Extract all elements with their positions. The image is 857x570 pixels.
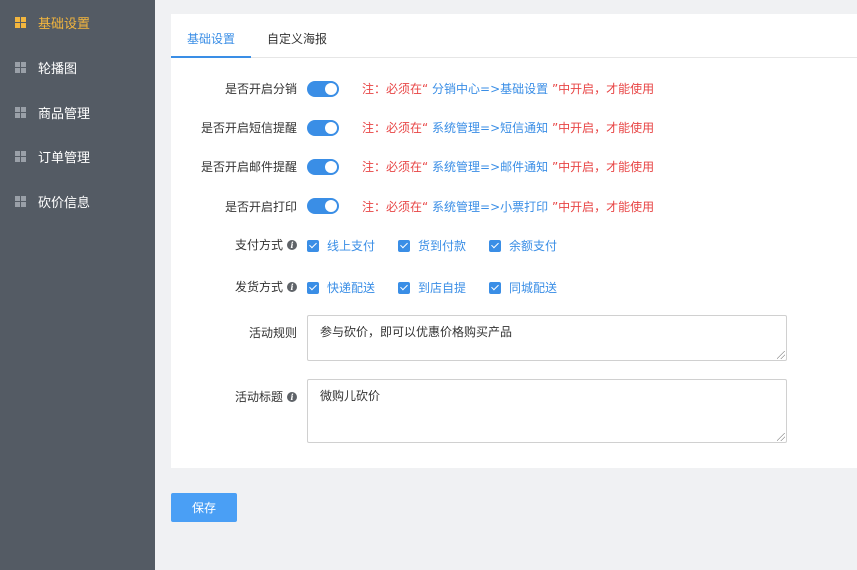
email-reminder-toggle[interactable]	[307, 159, 339, 175]
sidebar-item-label: 订单管理	[38, 150, 91, 166]
delivery-express-checkbox[interactable]: 快递配送	[307, 279, 375, 296]
sidebar-item-carousel[interactable]: 轮播图	[0, 55, 155, 79]
checkbox-checked-icon	[398, 239, 410, 252]
sidebar-item-products[interactable]: 商品管理	[0, 100, 155, 124]
payment-balance-checkbox[interactable]: 余额支付	[489, 237, 557, 254]
distribution-label: 是否开启分销	[224, 82, 297, 96]
grid-icon	[15, 61, 26, 73]
activity-rules-label: 活动规则	[248, 326, 297, 340]
info-icon: i	[287, 239, 297, 250]
resize-handle-icon[interactable]	[777, 433, 785, 441]
tab-basic-settings[interactable]: 基础设置	[187, 30, 235, 47]
resize-handle-icon[interactable]	[777, 351, 785, 359]
tab-custom-poster[interactable]: 自定义海报	[267, 30, 327, 47]
sidebar-item-label: 砍价信息	[38, 195, 91, 211]
payment-method-label: 支付方式 i	[235, 236, 297, 253]
sidebar: 基础设置 轮播图 商品管理 订单管理 砍价信息	[0, 0, 155, 570]
sms-reminder-note: 注：必须在“ 系统管理=>短信通知 ”中开启，才能使用	[362, 121, 655, 135]
checkbox-checked-icon	[489, 281, 501, 294]
info-icon: i	[287, 281, 297, 292]
email-reminder-note: 注：必须在“ 系统管理=>邮件通知 ”中开启，才能使用	[362, 160, 655, 174]
info-icon: i	[287, 391, 297, 402]
email-reminder-label: 是否开启邮件提醒	[200, 160, 297, 174]
activity-title-label: 活动标题 i	[235, 388, 297, 405]
activity-title-textarea[interactable]: 微购儿砍价	[307, 379, 787, 443]
tab-bar: 基础设置 自定义海报	[171, 14, 857, 58]
payment-cod-checkbox[interactable]: 货到付款	[398, 237, 466, 254]
settings-panel: 基础设置 自定义海报 是否开启分销 注：必须在“ 分销中心=>基础设置 ”中开启…	[171, 14, 857, 468]
sidebar-item-label: 基础设置	[38, 16, 91, 32]
checkbox-checked-icon	[307, 281, 319, 294]
grid-icon	[15, 106, 26, 118]
distribution-toggle[interactable]	[307, 81, 339, 97]
print-label: 是否开启打印	[224, 200, 297, 214]
checkbox-checked-icon	[307, 239, 319, 252]
grid-icon	[15, 16, 26, 28]
delivery-pickup-checkbox[interactable]: 到店自提	[398, 279, 466, 296]
active-tab-indicator	[171, 56, 251, 58]
sidebar-item-orders[interactable]: 订单管理	[0, 144, 155, 168]
sidebar-item-basic-settings[interactable]: 基础设置	[0, 10, 155, 34]
sidebar-item-label: 轮播图	[38, 61, 78, 77]
print-note: 注：必须在“ 系统管理=>小票打印 ”中开启，才能使用	[362, 200, 655, 214]
sidebar-item-label: 商品管理	[38, 106, 91, 122]
payment-online-checkbox[interactable]: 线上支付	[307, 237, 375, 254]
sms-reminder-label: 是否开启短信提醒	[200, 121, 297, 135]
sms-reminder-toggle[interactable]	[307, 120, 339, 136]
grid-icon	[15, 150, 26, 162]
distribution-note: 注：必须在“ 分销中心=>基础设置 ”中开启，才能使用	[362, 82, 655, 96]
checkbox-checked-icon	[489, 239, 501, 252]
sidebar-item-bargain-info[interactable]: 砍价信息	[0, 189, 155, 213]
save-button[interactable]: 保存	[171, 493, 237, 522]
checkbox-checked-icon	[398, 281, 410, 294]
delivery-same-city-checkbox[interactable]: 同城配送	[489, 279, 557, 296]
grid-icon	[15, 195, 26, 207]
delivery-method-label: 发货方式 i	[235, 278, 297, 295]
print-toggle[interactable]	[307, 198, 339, 214]
activity-rules-textarea[interactable]: 参与砍价，即可以优惠价格购买产品	[307, 315, 787, 361]
